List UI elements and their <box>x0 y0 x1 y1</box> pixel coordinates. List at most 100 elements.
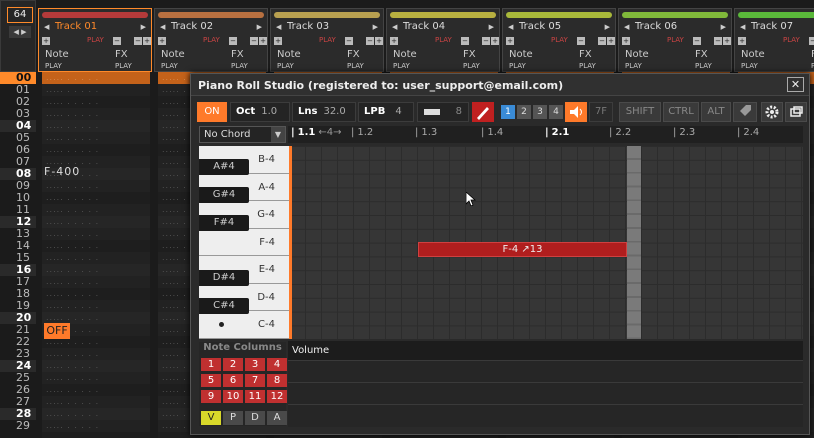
note-cell-f400[interactable]: F-400 <box>44 165 80 178</box>
remove-column-button[interactable]: − <box>577 37 585 45</box>
track-header[interactable]: ◀ ▶ Track 05 PLAY + − − + Note PLAY FX PLAY <box>502 8 616 72</box>
note-f4[interactable]: F-4 ↗13 <box>418 242 627 257</box>
lpb-value[interactable]: 64 <box>7 7 33 23</box>
pattern-row[interactable]: ..... . . . . . <box>42 408 150 420</box>
caret-left-icon[interactable]: ◀ <box>276 23 281 31</box>
pattern-row[interactable]: ..... . . . . . <box>42 108 150 120</box>
automation-lane[interactable] <box>288 382 803 403</box>
close-button[interactable]: ✕ <box>787 77 804 92</box>
track-header[interactable]: ◀ ▶ Track 03 PLAY + − − + Note PLAY FX PLAY <box>270 8 384 72</box>
remove-fx-button[interactable]: − <box>250 37 258 45</box>
pattern-column[interactable]: ..... . . . . ...... . . . . ...... . . … <box>42 72 150 438</box>
on-toggle[interactable]: ON <box>197 102 227 122</box>
pattern-row[interactable]: ..... . . . . . <box>42 420 150 432</box>
caret-left-icon[interactable]: ◀ <box>624 23 629 31</box>
column-toggle-p[interactable]: P <box>223 411 243 425</box>
black-key[interactable]: G#4 <box>199 187 249 203</box>
tag-button[interactable] <box>733 102 757 122</box>
alt-button[interactable]: ALT <box>701 102 731 122</box>
black-key[interactable]: A#4 <box>199 159 249 175</box>
caret-right-icon[interactable]: ▶ <box>721 23 726 31</box>
note-column-button[interactable]: 2 <box>223 358 243 371</box>
pattern-row[interactable]: ..... . . . . . <box>42 276 150 288</box>
note-column-button[interactable]: 10 <box>223 390 243 403</box>
lines-field[interactable]: Lns 32.0 <box>292 102 356 122</box>
pattern-row[interactable]: ..... . . . . . <box>42 144 150 156</box>
pattern-row[interactable]: ..... . . . . . <box>42 384 150 396</box>
pattern-row[interactable]: ..... . . . . . <box>42 240 150 252</box>
octave-1-button[interactable]: 1 <box>501 105 515 119</box>
lpb-field[interactable]: LPB 4 <box>358 102 414 122</box>
lpb-arrows[interactable]: ◀ ▶ <box>9 26 31 38</box>
pattern-row[interactable]: ..... . . . . . <box>42 216 150 228</box>
add-column-button[interactable]: + <box>274 37 282 45</box>
ctrl-button[interactable]: CTRL <box>663 102 699 122</box>
black-key[interactable]: C#4 <box>199 298 249 314</box>
note-column-button[interactable]: 9 <box>201 390 221 403</box>
window-mode-button[interactable] <box>785 102 807 122</box>
white-key[interactable]: C-4 <box>199 311 289 339</box>
pattern-row[interactable]: ..... . . . . . <box>42 264 150 276</box>
remove-fx-button[interactable]: − <box>366 37 374 45</box>
add-fx-button[interactable]: + <box>259 37 267 45</box>
pattern-row[interactable]: ..... . . . . . <box>42 84 150 96</box>
add-column-button[interactable]: + <box>158 37 166 45</box>
pencil-tool-button[interactable] <box>472 102 494 122</box>
caret-left-icon[interactable]: ◀ <box>392 23 397 31</box>
pattern-row[interactable]: ..... . . . . . <box>42 288 150 300</box>
caret-left-icon[interactable]: ◀ <box>508 23 513 31</box>
note-length-field[interactable]: 8 <box>417 102 469 122</box>
remove-column-button[interactable]: − <box>809 37 814 45</box>
note-column-button[interactable]: 6 <box>223 374 243 387</box>
velocity-value[interactable]: 7F <box>589 102 613 122</box>
dialog-titlebar[interactable]: Piano Roll Studio (registered to: user_s… <box>191 74 809 96</box>
loop-marker[interactable] <box>627 146 641 339</box>
pattern-row[interactable]: ..... . . . . . <box>42 192 150 204</box>
add-fx-button[interactable]: + <box>607 37 615 45</box>
note-off-cell[interactable]: OFF <box>44 323 70 339</box>
add-column-button[interactable]: + <box>506 37 514 45</box>
track-header[interactable]: ◀ ▶ Track 04 PLAY + − − + Note PLAY FX PLAY <box>386 8 500 72</box>
note-column-button[interactable]: 11 <box>245 390 265 403</box>
pattern-row[interactable]: ..... . . . . . <box>42 396 150 408</box>
note-column-button[interactable]: 1 <box>201 358 221 371</box>
remove-column-button[interactable]: − <box>229 37 237 45</box>
black-key[interactable]: F#4 <box>199 215 249 231</box>
add-column-button[interactable]: + <box>42 37 50 45</box>
pattern-row[interactable]: ..... . . . . . <box>42 228 150 240</box>
note-column-button[interactable]: 7 <box>245 374 265 387</box>
pattern-row[interactable]: ..... . . . . . <box>42 120 150 132</box>
remove-fx-button[interactable]: − <box>714 37 722 45</box>
remove-column-button[interactable]: − <box>693 37 701 45</box>
add-fx-button[interactable]: + <box>491 37 499 45</box>
caret-left-icon[interactable]: ◀ <box>44 23 49 31</box>
note-grid[interactable]: F-4 ↗13 <box>289 146 803 339</box>
pattern-row[interactable]: ..... . . . . . <box>42 132 150 144</box>
white-key[interactable]: F-4 <box>199 229 289 256</box>
caret-left-icon[interactable]: ◀ <box>160 23 165 31</box>
black-key[interactable]: D#4 <box>199 270 249 286</box>
octave-field[interactable]: Oct 1.0 <box>230 102 290 122</box>
caret-right-icon[interactable]: ▶ <box>605 23 610 31</box>
pattern-row[interactable]: ..... . . . . . <box>42 348 150 360</box>
pattern-row[interactable]: ..... . . . . . <box>42 360 150 372</box>
audio-preview-button[interactable] <box>565 102 587 122</box>
settings-button[interactable] <box>761 102 783 122</box>
remove-fx-button[interactable]: − <box>134 37 142 45</box>
add-column-button[interactable]: + <box>390 37 398 45</box>
pattern-row[interactable]: ..... . . . . . <box>42 372 150 384</box>
chord-select[interactable]: No Chord ▼ <box>199 126 286 143</box>
add-fx-button[interactable]: + <box>375 37 383 45</box>
track-header[interactable]: ◀ ▶ Track 06 PLAY + − − + Note PLAY FX PLAY <box>618 8 732 72</box>
column-toggle-d[interactable]: D <box>245 411 265 425</box>
remove-fx-button[interactable]: − <box>598 37 606 45</box>
piano-keys[interactable]: B-4 A-4 G-4 F-4 E-4 D-4 C-4 A#4 G#4 F#4 D#4 C#4 <box>199 146 289 339</box>
remove-column-button[interactable]: − <box>345 37 353 45</box>
automation-lane[interactable] <box>288 360 803 381</box>
pattern-row[interactable]: ..... . . . . . <box>42 300 150 312</box>
note-column-button[interactable]: 5 <box>201 374 221 387</box>
add-column-button[interactable]: + <box>622 37 630 45</box>
column-toggle-v[interactable]: V <box>201 411 221 425</box>
note-column-button[interactable]: 12 <box>267 390 287 403</box>
remove-column-button[interactable]: − <box>113 37 121 45</box>
